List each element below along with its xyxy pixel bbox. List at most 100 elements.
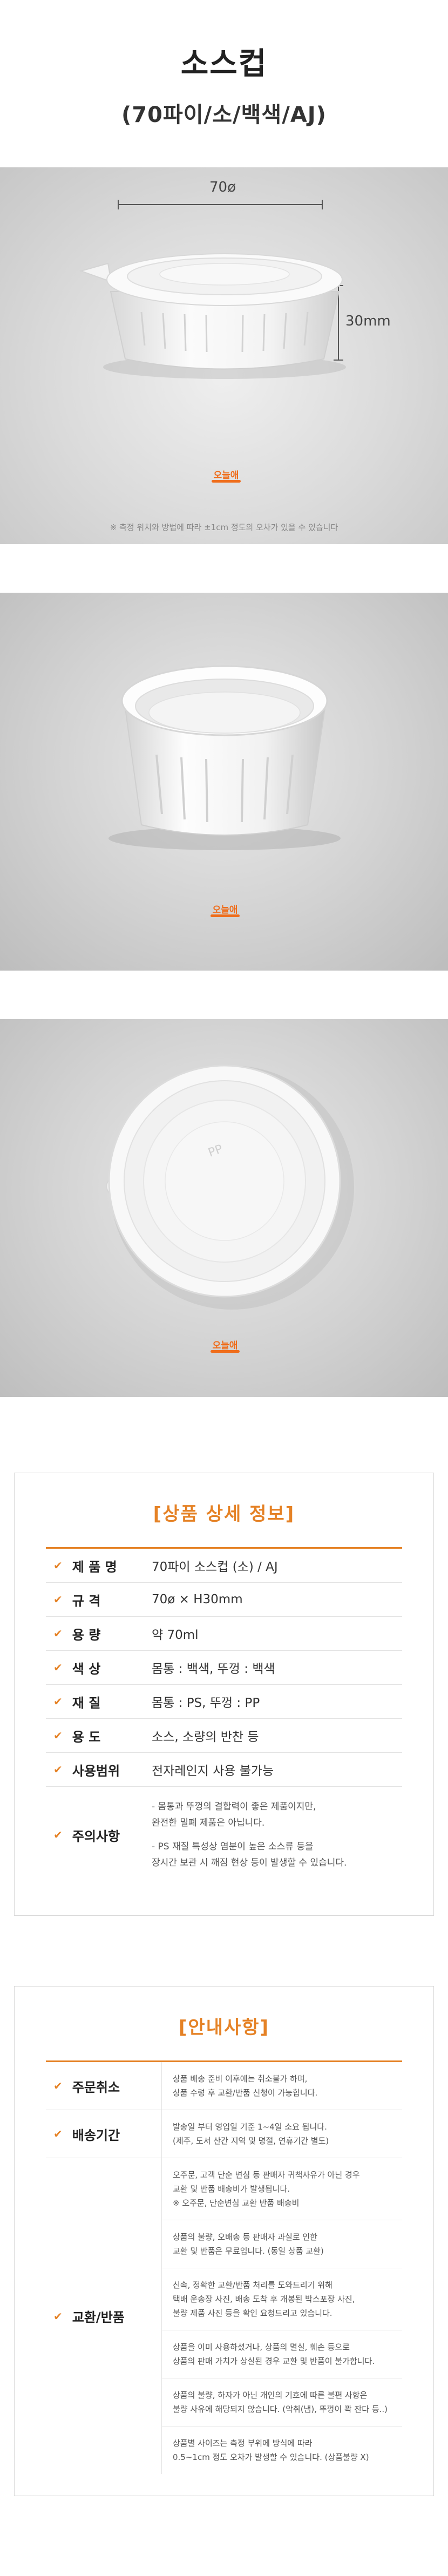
- check-icon: ✔: [53, 1593, 63, 1606]
- guide-line: 교환 및 반품은 무료입니다. (동일 상품 교환): [173, 2246, 324, 2256]
- spec-value: 70ø × H30mm: [152, 1592, 243, 1606]
- guide-title: [안내사항]: [178, 2017, 270, 2038]
- spec-panel-bottom: [15, 1883, 433, 1915]
- guide-panel: [안내사항] ✔ 주문취소 상품 배송 준비 이후에는 취소불가 하며, 상품 수…: [14, 1986, 434, 2496]
- spec-value: 전자레인지 사용 불가능: [152, 1764, 274, 1778]
- spec-label-cell: ✔ 재 질: [46, 1685, 152, 1718]
- spec-label: 색 상: [72, 1661, 101, 1677]
- section-gap: [0, 544, 448, 593]
- spec-row: ✔ 규 격 70ø × H30mm: [46, 1583, 402, 1617]
- spec-label: 재 질: [72, 1695, 101, 1711]
- caution-note-text: 완전한 밀폐 제품은 아닙니다.: [152, 1818, 265, 1828]
- spec-title: [상품 상세 정보]: [153, 1503, 295, 1525]
- spec-row: ✔ 제 품 명 70파이 소스컵 (소) / AJ: [46, 1549, 402, 1583]
- guide-line: 상품의 불량, 오배송 등 판매자 과실로 인한: [173, 2232, 317, 2242]
- guide-line: 교환 및 반품 배송비가 발생됩니다.: [173, 2184, 290, 2194]
- section-gap: [0, 1916, 448, 1986]
- guide-block: 발송일 부터 영업일 기준 1~4일 소요 됩니다. (제주, 도서 산간 지역…: [161, 2110, 402, 2158]
- check-icon: ✔: [53, 1763, 63, 1776]
- guide-block: 오주문, 고객 단순 변심 등 판매자 귀책사유가 아닌 경우 교환 및 반품 …: [161, 2158, 402, 2220]
- spec-value: 약 70ml: [152, 1628, 199, 1642]
- guide-line: 상품의 판매 가치가 상실된 경우 교환 및 반품이 불가합니다.: [173, 2356, 375, 2366]
- guide-label: 배송기간: [72, 2127, 120, 2143]
- guide-table: ✔ 주문취소 상품 배송 준비 이후에는 취소불가 하며, 상품 수령 후 교환/…: [46, 2062, 402, 2474]
- guide-line: 0.5~1cm 정도 오차가 발생할 수 있습니다. (상품불량 X): [173, 2452, 369, 2462]
- guide-block: 상품의 불량, 하자가 아닌 개인의 기호에 따른 불편 사항은 불량 사유에 …: [161, 2378, 402, 2426]
- spec-label-cell: ✔ 주의사항: [46, 1787, 152, 1883]
- guide-line: 택배 운송장 사진, 배송 도착 후 개봉된 박스포장 사진,: [173, 2294, 355, 2304]
- brand-logo: 오늘애: [208, 463, 244, 485]
- spec-row: ✔ 용 량 약 70ml: [46, 1617, 402, 1651]
- spec-label: 사용범위: [72, 1763, 120, 1779]
- guide-line: 상품을 이미 사용하셨거나, 상품의 멸실, 훼손 등으로: [173, 2342, 350, 2352]
- guide-lines: 오주문, 고객 단순 변심 등 판매자 귀책사유가 아닌 경우 교환 및 반품 …: [161, 2158, 402, 2474]
- guide-line: 신속, 정확한 교환/반품 처리를 도와드리기 위해: [173, 2280, 332, 2290]
- spec-row: ✔ 재 질 몸통 : PS, 뚜껑 : PP: [46, 1685, 402, 1719]
- check-icon: ✔: [53, 1627, 63, 1640]
- guide-line: 불량 사유에 해당되지 않습니다. (악취(냄), 뚜껑이 꽉 잔다 등..): [173, 2404, 388, 2414]
- guide-title-wrap: [안내사항]: [15, 1987, 433, 2060]
- product-photo-lid: PP 오늘애: [0, 1019, 448, 1397]
- guide-label: 교환/반품: [72, 2310, 125, 2325]
- guide-block: 신속, 정확한 교환/반품 처리를 도와드리기 위해 택배 운송장 사진, 배송…: [161, 2268, 402, 2330]
- spec-value: 소스, 소량의 반찬 등: [152, 1730, 259, 1744]
- check-icon: ✔: [53, 2309, 63, 2323]
- spec-label: 용 량: [72, 1627, 101, 1643]
- product-title: 소스컵: [180, 46, 268, 82]
- measurement-note: ※ 측정 위치와 방법에 따라 ±1cm 정도의 오차가 있을 수 있습니다: [110, 523, 338, 532]
- spec-label: 용 도: [72, 1729, 101, 1745]
- caution-notes: - 몸통과 뚜껑의 결합력이 좋은 제품이지만, 완전한 밀폐 제품은 아닙니다…: [152, 1787, 402, 1883]
- guide-label-cell: ✔ 교환/반품: [46, 2158, 161, 2474]
- caution-note-text: - PS 재질 특성상 염분이 높은 소스류 등을: [152, 1841, 314, 1852]
- section-gap: [0, 971, 448, 1019]
- spec-label-cell: ✔ 사용범위: [46, 1753, 152, 1786]
- guide-block: 상품 배송 준비 이후에는 취소불가 하며, 상품 수령 후 교환/반품 신청이…: [161, 2062, 402, 2110]
- spec-title-wrap: [상품 상세 정보]: [15, 1473, 433, 1547]
- brand-logo: 오늘애: [207, 898, 243, 919]
- check-icon: ✔: [53, 2127, 63, 2140]
- guide-line: 상품 수령 후 교환/반품 신청이 가능합니다.: [173, 2088, 318, 2098]
- cup-with-lid-illustration: [79, 253, 346, 379]
- guide-lines: 발송일 부터 영업일 기준 1~4일 소요 됩니다. (제주, 도서 산간 지역…: [161, 2110, 402, 2158]
- guide-panel-bottom: [15, 2474, 433, 2496]
- guide-line: 상품의 불량, 하자가 아닌 개인의 기호에 따른 불편 사항은: [173, 2390, 368, 2400]
- product-photo-side: 70ø 30mm 오늘애 ※ 측정 위치와 방법에 따라 ±1cm 정도의 오차…: [0, 167, 448, 544]
- guide-label-cell: ✔ 주문취소: [46, 2062, 161, 2110]
- guide-lines: 상품 배송 준비 이후에는 취소불가 하며, 상품 수령 후 교환/반품 신청이…: [161, 2062, 402, 2110]
- guide-block: 상품의 불량, 오배송 등 판매자 과실로 인한 교환 및 반품은 무료입니다.…: [161, 2220, 402, 2268]
- page-bottom-gap: [0, 2496, 448, 2523]
- spec-row: ✔ 색 상 몸통 : 백색, 뚜껑 : 백색: [46, 1651, 402, 1685]
- guide-label-cell: ✔ 배송기간: [46, 2110, 161, 2158]
- check-icon: ✔: [53, 1695, 63, 1708]
- check-icon: ✔: [53, 1828, 63, 1841]
- check-icon: ✔: [53, 1729, 63, 1742]
- brand-logo: 오늘애: [207, 1333, 243, 1355]
- caution-note-text: - 몸통과 뚜껑의 결합력이 좋은 제품이지만,: [152, 1801, 316, 1812]
- spec-row-caution: ✔ 주의사항 - 몸통과 뚜껑의 결합력이 좋은 제품이지만, 완전한 밀폐 제품…: [46, 1787, 402, 1883]
- guide-line: (제주, 도서 산간 지역 및 명절, 연휴기간 별도): [173, 2136, 329, 2146]
- check-icon: ✔: [53, 1661, 63, 1674]
- spec-label-cell: ✔ 용 도: [46, 1719, 152, 1752]
- spec-label: 제 품 명: [72, 1559, 117, 1575]
- check-icon: ✔: [53, 1559, 63, 1572]
- spec-row: ✔ 사용범위 전자레인지 사용 불가능: [46, 1753, 402, 1787]
- spec-label: 주의사항: [72, 1828, 120, 1844]
- guide-line: 상품 배송 준비 이후에는 취소불가 하며,: [173, 2074, 308, 2084]
- product-subtitle: (70파이/소/백색/AJ): [121, 102, 327, 127]
- spec-label-cell: ✔ 규 격: [46, 1583, 152, 1616]
- guide-label: 주문취소: [72, 2079, 120, 2095]
- guide-row-exchange: ✔ 교환/반품 오주문, 고객 단순 변심 등 판매자 귀책사유가 아닌 경우 교…: [46, 2158, 402, 2474]
- spec-value: 몸통 : PS, 뚜껑 : PP: [152, 1696, 260, 1710]
- guide-block: 상품을 이미 사용하셨거나, 상품의 멸실, 훼손 등으로 상품의 판매 가치가…: [161, 2330, 402, 2378]
- guide-block: 상품별 사이즈는 측정 부위에 방식에 따라 0.5~1cm 정도 오차가 발생…: [161, 2426, 402, 2474]
- guide-line: 오주문, 고객 단순 변심 등 판매자 귀책사유가 아닌 경우: [173, 2170, 360, 2180]
- guide-row-cancel: ✔ 주문취소 상품 배송 준비 이후에는 취소불가 하며, 상품 수령 후 교환/…: [46, 2062, 402, 2110]
- guide-line: ※ 오주문, 단순변심 교환 반품 배송비: [173, 2198, 300, 2208]
- caution-note-text: 장시간 보관 시 깨짐 현상 등이 발생할 수 있습니다.: [152, 1858, 347, 1868]
- product-photo-open: 오늘애: [0, 593, 448, 971]
- guide-row-shipping: ✔ 배송기간 발송일 부터 영업일 기준 1~4일 소요 됩니다. (제주, 도서…: [46, 2110, 402, 2158]
- spec-value: 몸통 : 백색, 뚜껑 : 백색: [152, 1662, 275, 1676]
- caution-note-1: - 몸통과 뚜껑의 결합력이 좋은 제품이지만, 완전한 밀폐 제품은 아닙니다…: [152, 1799, 402, 1831]
- check-icon: ✔: [53, 2079, 63, 2092]
- guide-line: 상품별 사이즈는 측정 부위에 방식에 따라: [173, 2438, 313, 2448]
